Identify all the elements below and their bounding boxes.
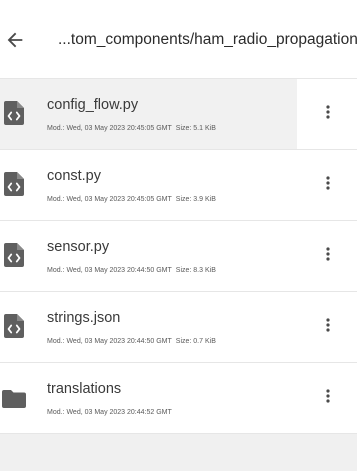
more-options-button[interactable] xyxy=(318,174,338,196)
file-code-icon xyxy=(4,101,24,125)
more-vert-icon xyxy=(326,388,330,408)
file-name: strings.json xyxy=(47,310,121,326)
file-list: config_flow.py Mod.: Wed, 03 May 2023 20:… xyxy=(0,79,357,434)
file-name: config_flow.py xyxy=(47,97,139,113)
header-bar: ...tom_components/ham_radio_propagation/ xyxy=(0,0,357,79)
more-vert-icon xyxy=(326,317,330,337)
modified-date: Mod.: Wed, 03 May 2023 20:44:50 GMT xyxy=(47,267,172,274)
file-size: Size: 5.1 KiB xyxy=(175,125,216,132)
more-vert-icon xyxy=(326,175,330,195)
more-options-button[interactable] xyxy=(318,103,338,125)
modified-date: Mod.: Wed, 03 May 2023 20:45:05 GMT xyxy=(47,125,172,132)
modified-date: Mod.: Wed, 03 May 2023 20:44:50 GMT xyxy=(47,338,172,345)
file-meta: Mod.: Wed, 03 May 2023 20:45:05 GMT Size:… xyxy=(47,125,216,132)
folder-row[interactable]: translations Mod.: Wed, 03 May 2023 20:44… xyxy=(0,363,357,434)
file-row[interactable]: config_flow.py Mod.: Wed, 03 May 2023 20:… xyxy=(0,79,357,150)
file-row[interactable]: const.py Mod.: Wed, 03 May 2023 20:45:05 … xyxy=(0,150,357,221)
modified-date: Mod.: Wed, 03 May 2023 20:44:52 GMT xyxy=(47,409,172,416)
more-options-button[interactable] xyxy=(318,387,338,409)
file-name: sensor.py xyxy=(47,239,110,255)
file-name: const.py xyxy=(47,168,101,184)
file-meta: Mod.: Wed, 03 May 2023 20:44:52 GMT xyxy=(47,409,172,416)
more-vert-icon xyxy=(326,104,330,124)
file-size: Size: 0.7 KiB xyxy=(175,338,216,345)
folder-icon xyxy=(2,387,26,411)
file-row[interactable]: strings.json Mod.: Wed, 03 May 2023 20:44… xyxy=(0,292,357,363)
file-row[interactable]: sensor.py Mod.: Wed, 03 May 2023 20:44:50… xyxy=(0,221,357,292)
file-code-icon xyxy=(4,314,24,338)
file-meta: Mod.: Wed, 03 May 2023 20:44:50 GMT Size:… xyxy=(47,338,216,345)
row-main-area[interactable]: const.py Mod.: Wed, 03 May 2023 20:45:05 … xyxy=(0,150,297,220)
file-name: translations xyxy=(47,381,122,397)
file-code-icon xyxy=(4,172,24,196)
row-main-area[interactable]: strings.json Mod.: Wed, 03 May 2023 20:44… xyxy=(0,292,297,362)
file-meta: Mod.: Wed, 03 May 2023 20:44:50 GMT Size:… xyxy=(47,267,216,274)
more-vert-icon xyxy=(326,246,330,266)
file-meta: Mod.: Wed, 03 May 2023 20:45:05 GMT Size:… xyxy=(47,196,216,203)
more-options-button[interactable] xyxy=(318,245,338,267)
back-button[interactable] xyxy=(2,27,28,53)
file-size: Size: 8.3 KiB xyxy=(175,267,216,274)
row-main-area[interactable]: config_flow.py Mod.: Wed, 03 May 2023 20:… xyxy=(0,79,297,149)
row-main-area[interactable]: translations Mod.: Wed, 03 May 2023 20:44… xyxy=(0,363,297,433)
file-code-icon xyxy=(4,243,24,267)
arrow-left-icon xyxy=(7,32,23,48)
row-main-area[interactable]: sensor.py Mod.: Wed, 03 May 2023 20:44:50… xyxy=(0,221,297,291)
current-path: ...tom_components/ham_radio_propagation/ xyxy=(58,31,357,48)
modified-date: Mod.: Wed, 03 May 2023 20:45:05 GMT xyxy=(47,196,172,203)
more-options-button[interactable] xyxy=(318,316,338,338)
file-size: Size: 3.9 KiB xyxy=(175,196,216,203)
